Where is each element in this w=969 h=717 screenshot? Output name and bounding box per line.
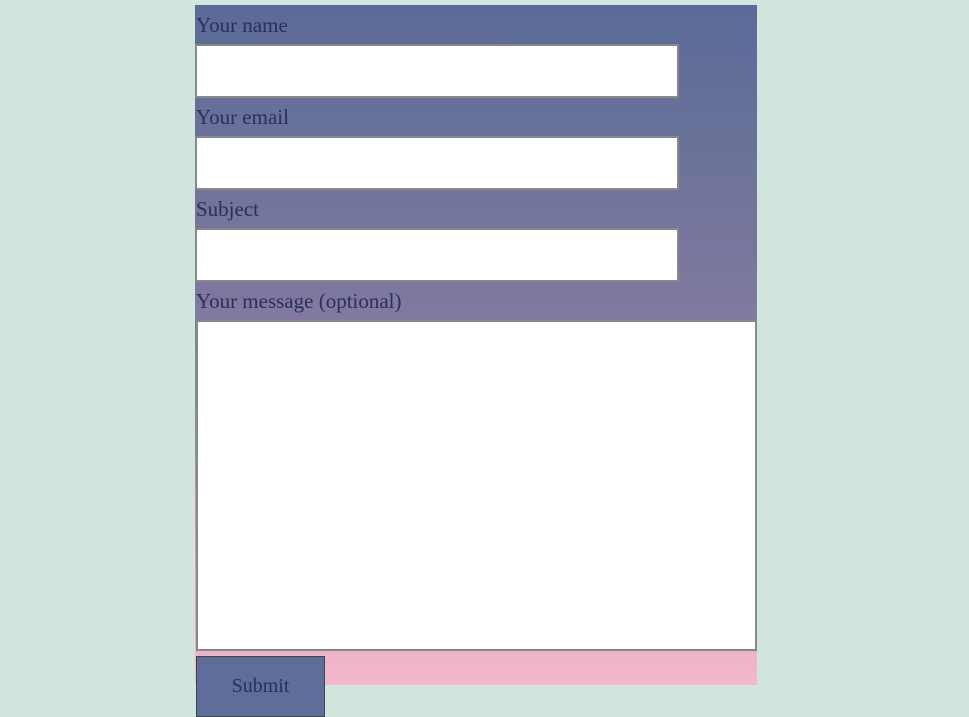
- subject-label: Subject: [195, 189, 757, 229]
- message-textarea[interactable]: [197, 321, 756, 650]
- name-label: Your name: [195, 5, 757, 45]
- email-label: Your email: [195, 97, 757, 137]
- name-field-group: Your name: [195, 5, 757, 97]
- subject-input[interactable]: [196, 229, 678, 281]
- message-field-group: Your message (optional): [195, 281, 757, 655]
- email-input[interactable]: [196, 137, 678, 189]
- message-label: Your message (optional): [195, 281, 757, 321]
- name-input[interactable]: [196, 45, 678, 97]
- contact-form: Your name Your email Subject Your messag…: [195, 5, 757, 685]
- email-field-group: Your email: [195, 97, 757, 189]
- subject-field-group: Subject: [195, 189, 757, 281]
- submit-button[interactable]: Submit: [196, 656, 325, 717]
